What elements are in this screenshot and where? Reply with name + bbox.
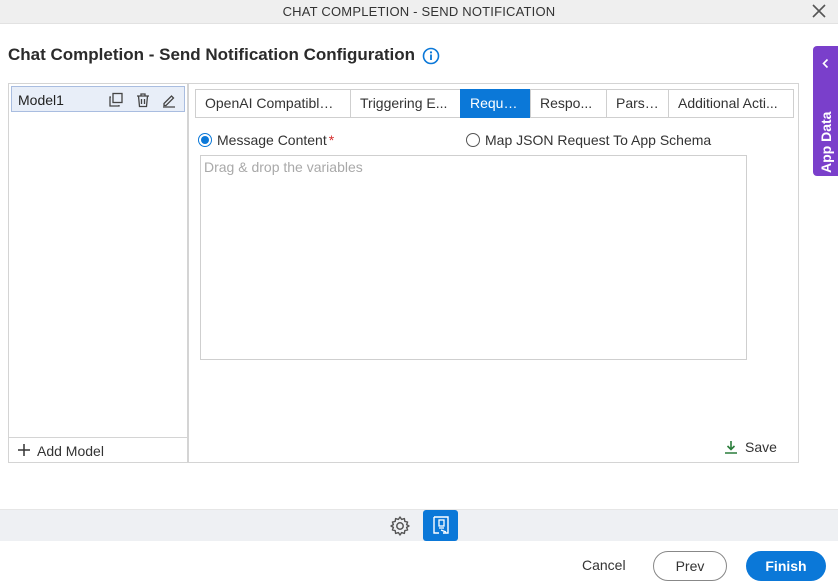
edit-icon[interactable] — [161, 92, 177, 108]
document-config-button[interactable] — [423, 510, 458, 541]
cancel-button[interactable]: Cancel — [582, 557, 626, 573]
map-json-option[interactable]: Map JSON Request To App Schema — [466, 131, 711, 149]
tab-parsing[interactable]: Parsi... — [606, 89, 669, 118]
window-title: CHAT COMPLETION - SEND NOTIFICATION — [282, 4, 556, 19]
download-icon — [725, 441, 737, 454]
trash-icon[interactable] — [135, 92, 151, 108]
tab-triggering-events[interactable]: Triggering E... — [350, 89, 461, 118]
tab-bar: OpenAI Compatible ... Triggering E... Re… — [195, 89, 794, 118]
prev-button[interactable]: Prev — [653, 551, 727, 581]
window-titlebar: CHAT COMPLETION - SEND NOTIFICATION — [0, 0, 838, 24]
drop-placeholder: Drag & drop the variables — [204, 159, 363, 175]
map-json-label: Map JSON Request To App Schema — [485, 132, 712, 148]
info-icon[interactable] — [422, 47, 440, 65]
tab-response[interactable]: Respo... — [530, 89, 607, 118]
model-list-item[interactable]: Model1 — [11, 86, 185, 112]
required-mark: * — [328, 132, 335, 148]
app-data-panel-toggle[interactable]: App Data — [813, 46, 838, 176]
bottom-toolbar — [0, 509, 838, 541]
map-json-radio[interactable] — [466, 133, 480, 147]
tab-openai-compatible[interactable]: OpenAI Compatible ... — [195, 89, 351, 118]
model-list-panel: Model1 Add Model — [8, 83, 188, 463]
message-content-label: Message Content — [217, 132, 327, 148]
copy-icon[interactable] — [108, 92, 124, 108]
message-content-radio[interactable] — [198, 133, 212, 147]
message-content-option[interactable]: Message Content * — [198, 131, 334, 149]
chevron-left-icon — [822, 58, 829, 69]
app-data-label: App Data — [818, 111, 834, 173]
finish-button[interactable]: Finish — [746, 551, 826, 581]
save-button[interactable]: Save — [724, 438, 777, 456]
tab-request[interactable]: Reque... — [460, 89, 531, 118]
save-label: Save — [745, 439, 777, 455]
variable-drop-area[interactable]: Drag & drop the variables — [200, 155, 747, 360]
document-config-icon — [433, 516, 449, 534]
close-icon[interactable] — [810, 2, 828, 20]
page-title: Chat Completion - Send Notification Conf… — [8, 45, 416, 64]
model-name: Model1 — [18, 92, 64, 108]
add-model-button[interactable]: Add Model — [9, 437, 187, 462]
configuration-panel: OpenAI Compatible ... Triggering E... Re… — [188, 83, 799, 463]
add-model-label: Add Model — [37, 443, 104, 459]
plus-icon — [18, 444, 30, 456]
tab-additional-actions[interactable]: Additional Acti... — [668, 89, 794, 118]
gear-icon[interactable] — [389, 515, 411, 537]
